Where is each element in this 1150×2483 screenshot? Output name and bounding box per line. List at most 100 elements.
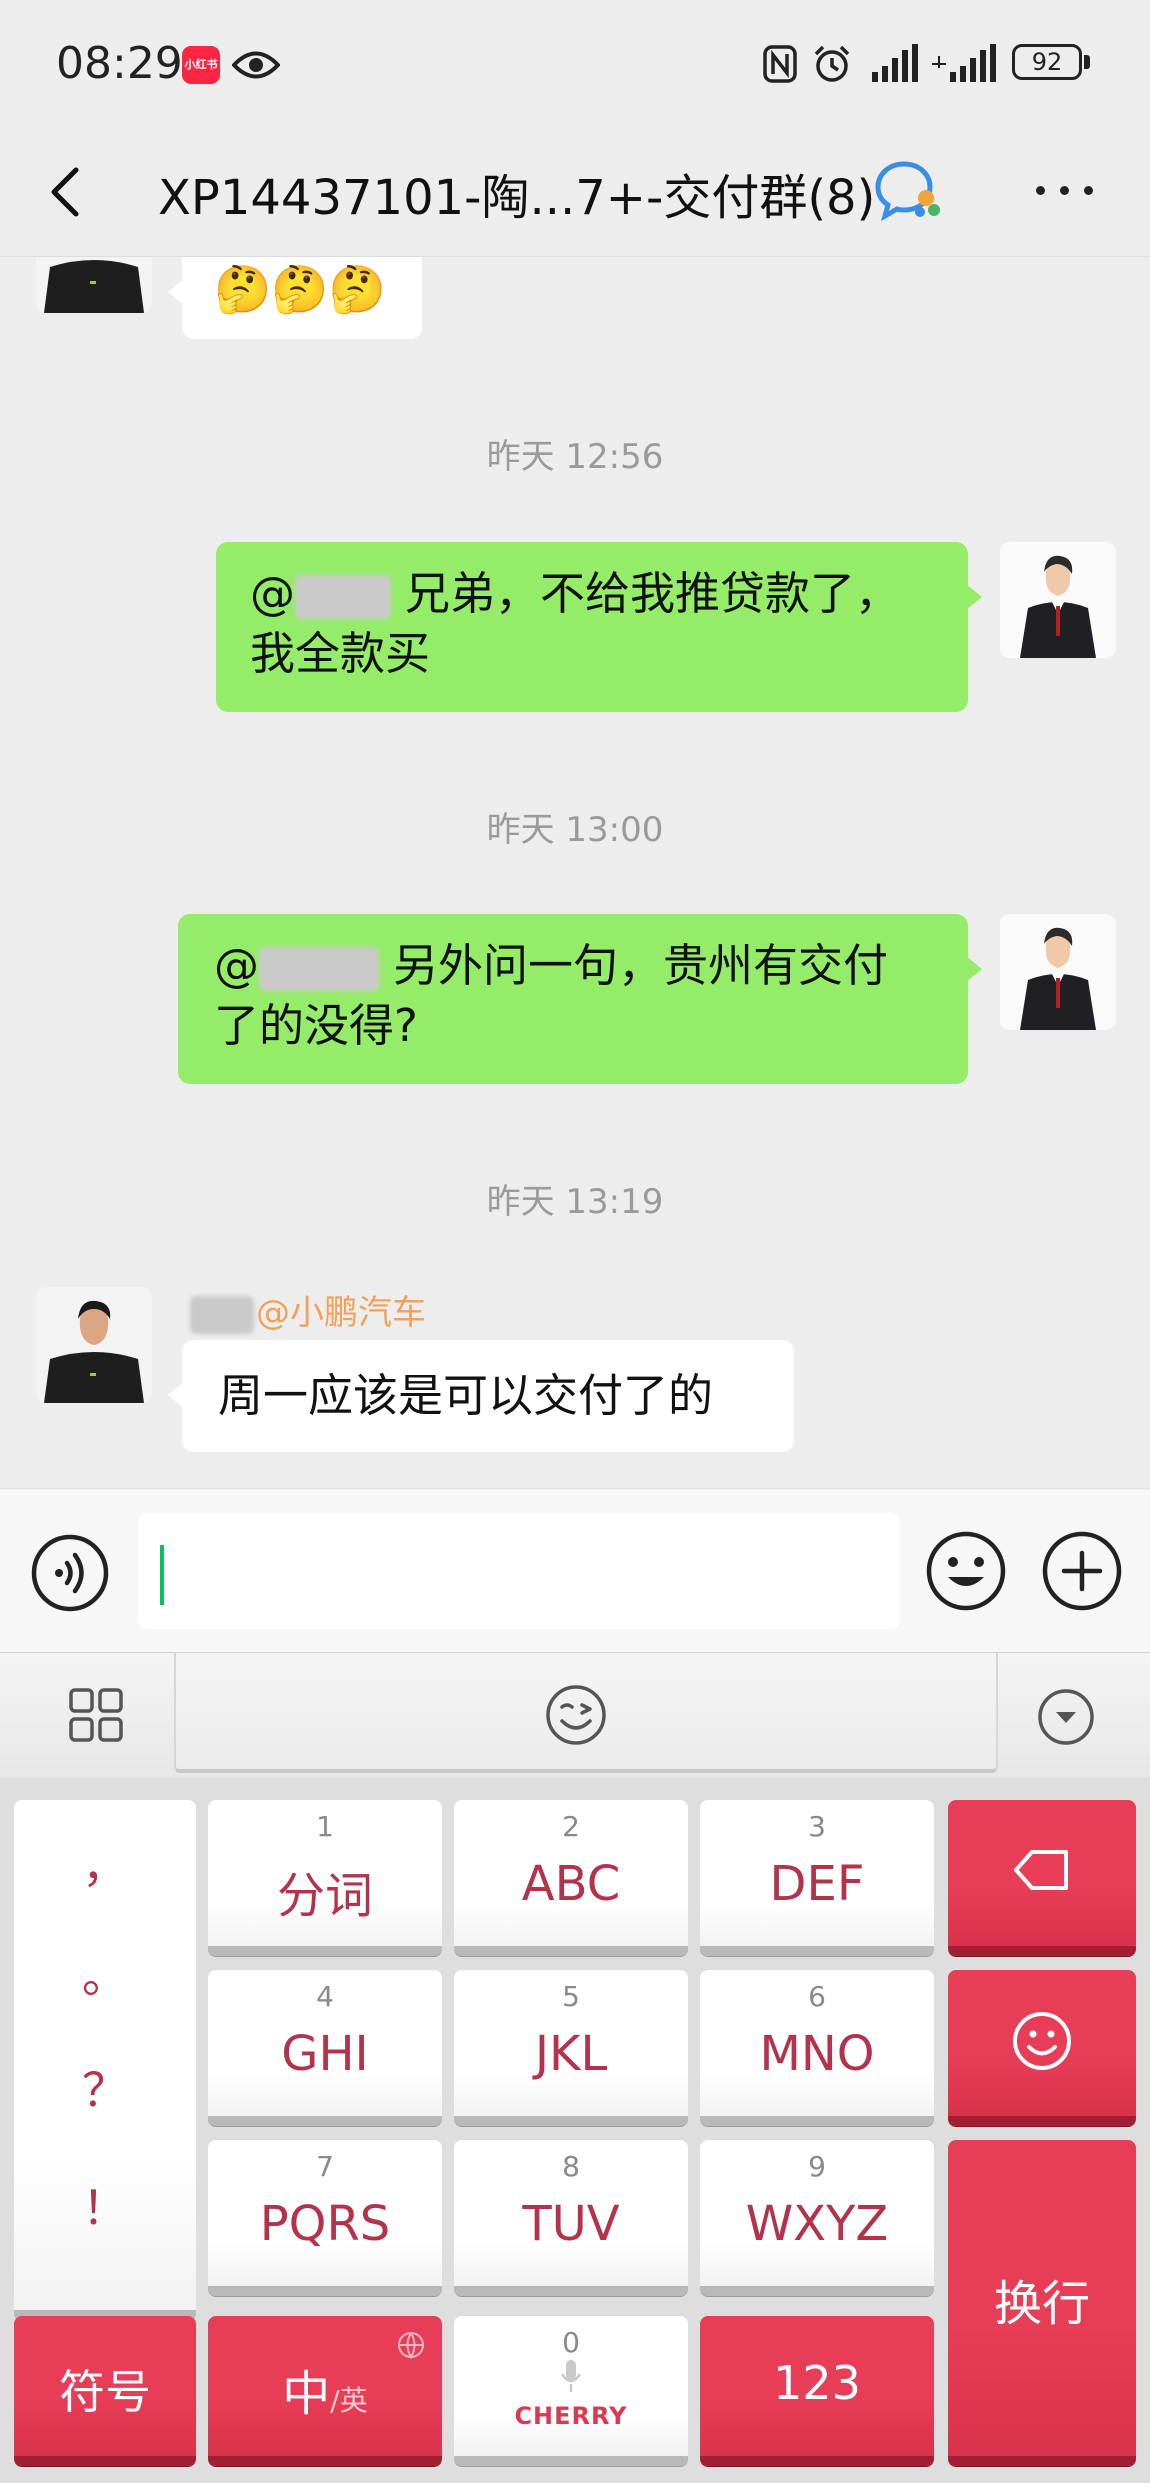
key-4[interactable]: 4 GHI bbox=[208, 1970, 442, 2126]
space-key[interactable]: 0 CHERRY bbox=[454, 2316, 688, 2466]
back-icon[interactable] bbox=[38, 160, 98, 224]
key-number: 5 bbox=[562, 1980, 580, 2013]
message-list[interactable]: 🤔🤔🤔 昨天 12:56 @ 兄弟，不给我推贷款了， 我全款买 昨天 13:00 … bbox=[0, 257, 1150, 1487]
message-bubble[interactable]: 🤔🤔🤔 bbox=[168, 257, 422, 339]
symbols-key[interactable]: 符号 bbox=[14, 2316, 196, 2466]
key-number: 6 bbox=[808, 1980, 826, 2013]
xiaohongshu-badge-icon: 小红书 bbox=[182, 46, 220, 84]
language-label: 中/英 bbox=[208, 2354, 442, 2424]
redacted-name bbox=[295, 575, 391, 619]
redacted-name bbox=[259, 947, 379, 991]
key-1[interactable]: 1 分词 bbox=[208, 1800, 442, 1956]
keyboard: ， 。 ？ ！ 1 分词 2 ABC 3 DEF 4 GHI 5 JKL 6 M… bbox=[0, 1778, 1150, 2483]
status-bar: 08:29 小红书 92 bbox=[0, 0, 1150, 130]
key-8[interactable]: 8 TUV bbox=[454, 2140, 688, 2296]
key-question[interactable]: ？ bbox=[14, 2054, 196, 2120]
language-sub: /英 bbox=[330, 2384, 368, 2417]
message-text: 另外问一句，贵州有交付 bbox=[393, 939, 889, 992]
key-period[interactable]: 。 bbox=[14, 1940, 196, 2006]
message-text: 了的没得? bbox=[214, 999, 418, 1052]
battery-indicator: 92 bbox=[1012, 44, 1082, 80]
key-number: 2 bbox=[562, 1810, 580, 1843]
symbols-key-label: 符号 bbox=[59, 2365, 151, 2419]
keyboard-toolbar bbox=[0, 1652, 1150, 1779]
person-avatar-icon bbox=[36, 257, 152, 313]
punctuation-column[interactable]: ， 。 ？ ！ bbox=[14, 1800, 196, 2320]
avatar[interactable] bbox=[1000, 542, 1116, 658]
key-number: 4 bbox=[316, 1980, 334, 2013]
battery-level: 92 bbox=[1031, 48, 1063, 76]
key-exclaim[interactable]: ！ bbox=[14, 2172, 196, 2238]
eye-icon bbox=[232, 51, 280, 79]
key-label: 分词 bbox=[276, 1868, 373, 1924]
alarm-icon bbox=[814, 45, 850, 82]
message-bubble[interactable]: 周一应该是可以交付了的 bbox=[168, 1340, 794, 1452]
emoji-icon[interactable] bbox=[544, 1683, 608, 1747]
key-label: WXYZ bbox=[745, 2196, 889, 2252]
message-text: 周一应该是可以交付了的 bbox=[218, 1369, 714, 1422]
language-main: 中 bbox=[282, 2366, 331, 2422]
collapse-icon[interactable] bbox=[1036, 1687, 1096, 1747]
key-comma[interactable]: ， bbox=[14, 1830, 196, 1896]
group-chat-icon[interactable] bbox=[874, 160, 942, 222]
key-label: JKL bbox=[534, 2026, 608, 2082]
status-time: 08:29 bbox=[56, 38, 183, 89]
enter-key[interactable]: 换行 bbox=[948, 2140, 1136, 2466]
key-9[interactable]: 9 WXYZ bbox=[700, 2140, 934, 2296]
key-3[interactable]: 3 DEF bbox=[700, 1800, 934, 1956]
avatar[interactable] bbox=[36, 1287, 152, 1403]
key-label: PQRS bbox=[259, 2196, 391, 2252]
redacted-name bbox=[190, 1295, 254, 1334]
message-line: @ 兄弟，不给我推贷款了， bbox=[250, 564, 934, 624]
signal-icon bbox=[872, 44, 918, 82]
key-number: 3 bbox=[808, 1810, 826, 1843]
mention: @ bbox=[214, 939, 259, 992]
backspace-icon bbox=[1014, 1850, 1068, 1890]
key-number: 9 bbox=[808, 2150, 826, 2183]
message-input[interactable] bbox=[138, 1513, 900, 1629]
message-text: 兄弟，不给我推贷款了， bbox=[405, 567, 901, 620]
timestamp: 昨天 12:56 bbox=[486, 437, 664, 477]
sender-name: @小鹏汽车 bbox=[190, 1285, 426, 1334]
backspace-key[interactable] bbox=[948, 1800, 1136, 1956]
globe-icon bbox=[398, 2332, 424, 2359]
more-icon[interactable] bbox=[1036, 186, 1096, 202]
language-toggle-key[interactable]: 中/英 bbox=[208, 2316, 442, 2466]
grid-icon[interactable] bbox=[68, 1687, 124, 1743]
chat-header: XP14437101-陶...7+-交付群(8) bbox=[0, 130, 1150, 257]
sender-org: @小鹏汽车 bbox=[256, 1293, 426, 1333]
key-number: 8 bbox=[562, 2150, 580, 2183]
emoji-text: 🤔🤔🤔 bbox=[214, 262, 386, 316]
key-5[interactable]: 5 JKL bbox=[454, 1970, 688, 2126]
timestamp: 昨天 13:00 bbox=[486, 810, 664, 850]
message-line: @ 另外问一句，贵州有交付 bbox=[214, 936, 932, 996]
enter-key-label: 换行 bbox=[993, 2276, 1090, 2332]
numbers-key[interactable]: 123 bbox=[700, 2316, 934, 2466]
key-label: ABC bbox=[521, 1856, 621, 1912]
emoji-icon[interactable] bbox=[924, 1529, 1008, 1613]
key-label: TUV bbox=[522, 2196, 620, 2252]
person-avatar-icon bbox=[1000, 914, 1116, 1030]
message-bubble[interactable]: @ 另外问一句，贵州有交付 了的没得? bbox=[178, 914, 982, 1084]
smile-icon bbox=[1013, 2012, 1071, 2070]
key-label: DEF bbox=[769, 1856, 865, 1912]
key-label: MNO bbox=[759, 2026, 875, 2082]
key-7[interactable]: 7 PQRS bbox=[208, 2140, 442, 2296]
message-bubble[interactable]: @ 兄弟，不给我推贷款了， 我全款买 bbox=[216, 542, 982, 712]
space-brand-logo: CHERRY bbox=[514, 2402, 628, 2430]
avatar[interactable] bbox=[36, 257, 152, 313]
key-2[interactable]: 2 ABC bbox=[454, 1800, 688, 1956]
mic-icon bbox=[560, 2360, 582, 2392]
mention: @ bbox=[250, 567, 295, 620]
key-6[interactable]: 6 MNO bbox=[700, 1970, 934, 2126]
person-avatar-icon bbox=[36, 1287, 152, 1403]
signal-icon bbox=[932, 44, 996, 82]
chat-input-bar bbox=[0, 1488, 1150, 1653]
emoji-key[interactable] bbox=[948, 1970, 1136, 2126]
key-label: GHI bbox=[281, 2026, 369, 2082]
voice-icon[interactable] bbox=[30, 1533, 110, 1613]
timestamp: 昨天 13:19 bbox=[486, 1182, 664, 1222]
plus-icon[interactable] bbox=[1040, 1529, 1124, 1613]
avatar[interactable] bbox=[1000, 914, 1116, 1030]
chat-title: XP14437101-陶...7+-交付群(8) bbox=[158, 170, 876, 226]
